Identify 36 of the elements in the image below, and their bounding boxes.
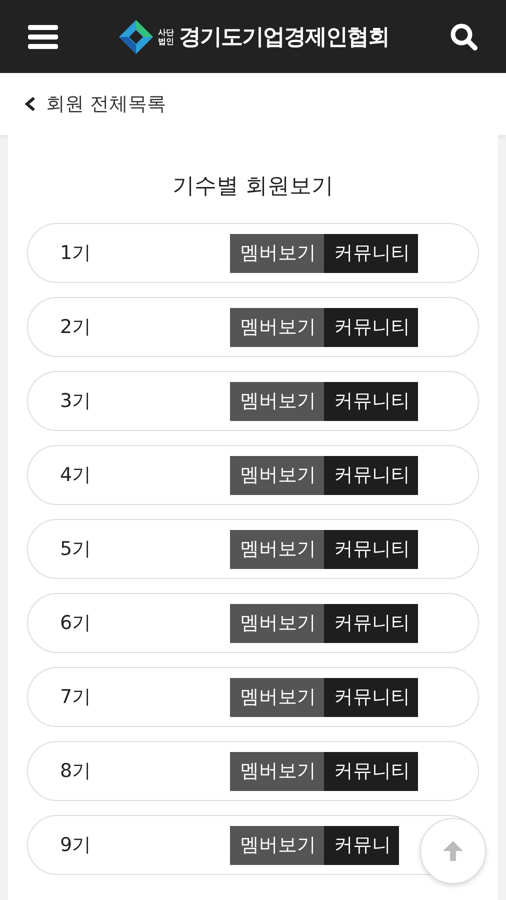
breadcrumb-link[interactable]: 회원 전체목록 (46, 91, 166, 117)
community-button[interactable]: 커뮤니티 (324, 678, 418, 716)
members-button[interactable]: 멤버보기 (230, 678, 324, 716)
cohort-label: 2기 (60, 315, 92, 340)
community-button[interactable]: 커뮤니티 (324, 308, 418, 346)
community-button[interactable]: 커뮤니티 (324, 752, 418, 790)
community-button[interactable]: 커뮤니티 (324, 234, 418, 272)
members-button[interactable]: 멤버보기 (230, 752, 324, 790)
cohort-label: 5기 (60, 537, 92, 562)
cohort-label: 8기 (60, 759, 92, 784)
cohort-label: 3기 (60, 389, 92, 414)
community-button[interactable]: 커뮤니티 (324, 456, 418, 494)
cohort-label: 4기 (60, 463, 92, 488)
cohort-label: 9기 (60, 833, 92, 858)
members-button[interactable]: 멤버보기 (230, 234, 324, 272)
community-button[interactable]: 커뮤니티 (324, 382, 418, 420)
search-icon[interactable] (450, 22, 478, 50)
community-button[interactable]: 커뮤니 (324, 826, 399, 864)
cohort-label: 7기 (60, 685, 92, 710)
cohort-label: 6기 (60, 611, 92, 636)
back-icon[interactable] (24, 96, 36, 112)
members-button[interactable]: 멤버보기 (230, 382, 324, 420)
site-title: 경기도기업경제인협회 (179, 24, 389, 52)
logo-label: 사단 법인 (158, 28, 174, 46)
members-button[interactable]: 멤버보기 (230, 826, 324, 864)
members-button[interactable]: 멤버보기 (230, 308, 324, 346)
logo-icon (119, 20, 153, 54)
members-button[interactable]: 멤버보기 (230, 604, 324, 642)
members-button[interactable]: 멤버보기 (230, 530, 324, 568)
members-button[interactable]: 멤버보기 (230, 456, 324, 494)
community-button[interactable]: 커뮤니티 (324, 530, 418, 568)
cohort-label: 1기 (60, 241, 92, 266)
community-button[interactable]: 커뮤니티 (324, 604, 418, 642)
section-title: 기수별 회원보기 (172, 173, 334, 201)
menu-icon[interactable] (28, 24, 58, 50)
arrow-up-icon (441, 839, 465, 863)
